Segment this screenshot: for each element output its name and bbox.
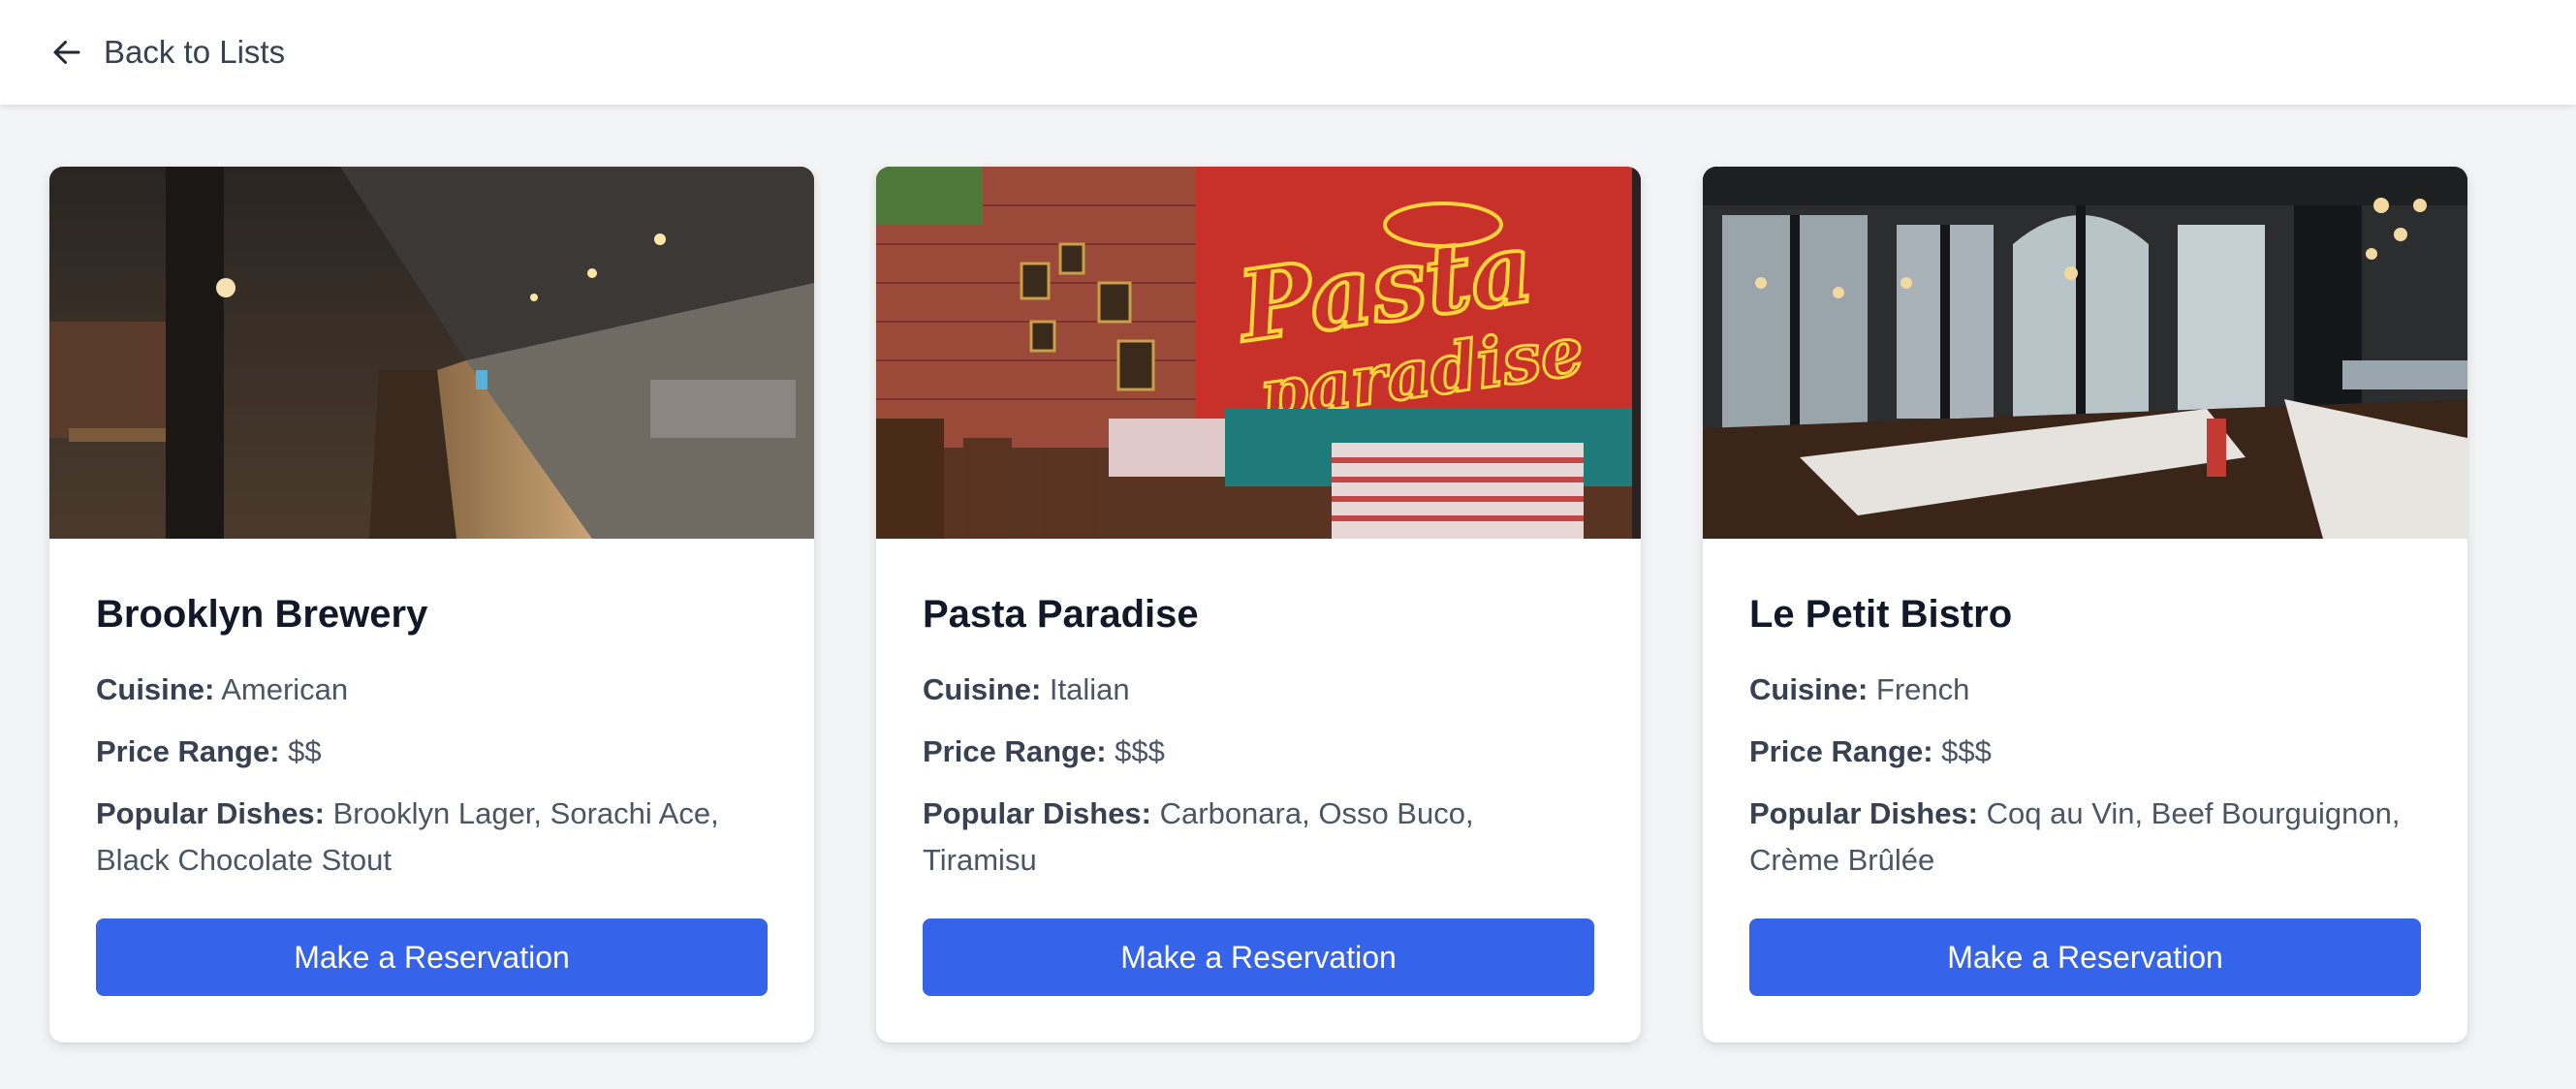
cuisine-row: Cuisine: French [1749,667,2421,713]
italian-restaurant-photo: Pasta paradise [876,167,1641,539]
price-range-label: Price Range: [96,734,280,768]
cuisine-label: Cuisine: [1749,672,1869,706]
price-range-value: $$$ [1115,734,1165,768]
cuisine-value: French [1875,672,1970,706]
back-to-lists-link[interactable]: Back to Lists [49,34,285,71]
cuisine-value: Italian [1049,672,1130,706]
popular-dishes-label: Popular Dishes: [96,796,325,830]
price-range-value: $$ [288,734,322,768]
price-range-label: Price Range: [923,734,1107,768]
restaurant-name: Le Petit Bistro [1749,593,2013,636]
restaurant-name: Brooklyn Brewery [96,593,428,636]
price-range-row: Price Range: $$ [96,729,768,775]
brewery-interior-photo [49,167,814,539]
popular-dishes-row: Popular Dishes: Brooklyn Lager, Sorachi … [96,791,768,884]
make-reservation-button[interactable]: Make a Reservation [923,918,1594,996]
make-reservation-button[interactable]: Make a Reservation [96,918,768,996]
cuisine-row: Cuisine: Italian [923,667,1594,713]
cuisine-label: Cuisine: [96,672,215,706]
arrow-left-icon [53,41,80,64]
restaurant-card: Brooklyn Brewery Cuisine: American Price… [49,167,814,1042]
restaurant-name: Pasta Paradise [923,593,1199,636]
popular-dishes-row: Popular Dishes: Carbonara, Osso Buco, Ti… [923,791,1594,884]
cuisine-row: Cuisine: American [96,667,768,713]
price-range-row: Price Range: $$$ [1749,729,2421,775]
restaurant-card: Pasta paradise Pasta Paradise Cuisine: I… [876,167,1641,1042]
price-range-value: $$$ [1941,734,1992,768]
bistro-interior-photo [1703,167,2467,539]
restaurant-cards: Brooklyn Brewery Cuisine: American Price… [49,167,2467,1042]
back-label: Back to Lists [104,34,286,70]
price-range-label: Price Range: [1749,734,1933,768]
popular-dishes-row: Popular Dishes: Coq au Vin, Beef Bourgui… [1749,791,2421,884]
price-range-row: Price Range: $$$ [923,729,1594,775]
popular-dishes-label: Popular Dishes: [1749,796,1978,830]
top-bar: Back to Lists [0,0,2576,105]
restaurant-card: Le Petit Bistro Cuisine: French Price Ra… [1703,167,2467,1042]
cuisine-label: Cuisine: [923,672,1042,706]
make-reservation-button[interactable]: Make a Reservation [1749,918,2421,996]
popular-dishes-label: Popular Dishes: [923,796,1151,830]
cuisine-value: American [221,672,349,706]
